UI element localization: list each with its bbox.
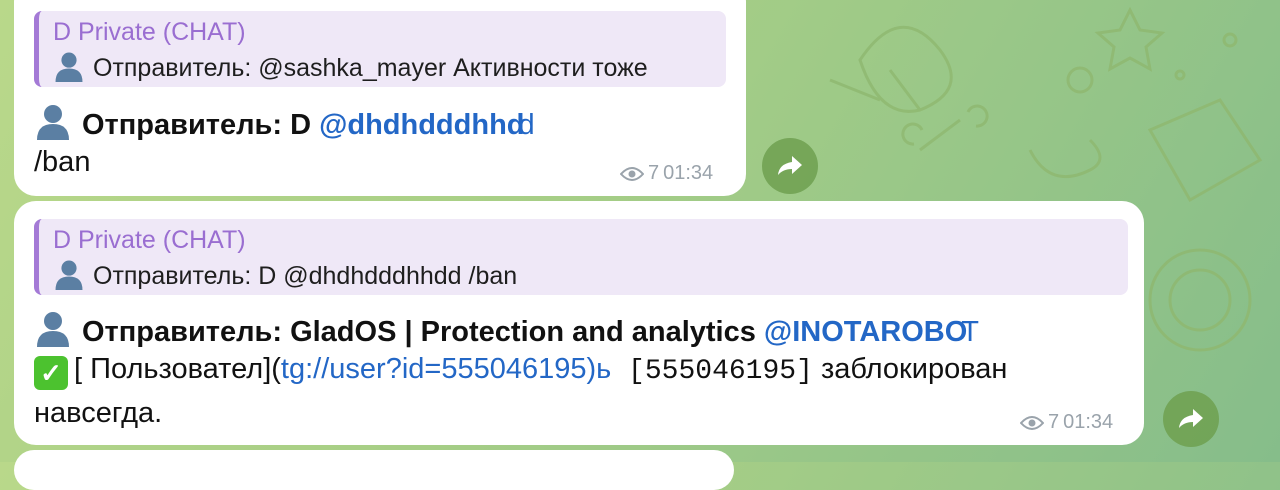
message-text-line-1: ✓[ Пользовател](tg://user?id=555046195)ь… (34, 353, 1007, 390)
forward-arrow-icon (778, 156, 802, 175)
bust-silhouette-icon (37, 312, 69, 347)
user-id-code: [555046195] (611, 356, 813, 387)
message-bubble-partial[interactable] (14, 450, 734, 490)
quote-title: D Private (CHAT) (53, 226, 246, 254)
bust-silhouette-icon (55, 52, 83, 82)
message-text-line-2: навсегда. (34, 397, 163, 429)
view-count: 7 (648, 162, 660, 184)
message-status-text: заблокирован (812, 353, 1008, 385)
message-bubble[interactable]: D Private (CHAT) Отправитель: @sashka_ma… (14, 0, 746, 196)
sender-handle-tail: d (518, 109, 535, 141)
message-time: 01:34 (1063, 411, 1114, 433)
bust-silhouette-icon (55, 260, 83, 290)
sender-handle-link[interactable]: @dhdhdddhhd (319, 109, 524, 141)
view-count: 7 (1048, 411, 1060, 433)
message-meta: 7 01:34 (1020, 411, 1113, 434)
check-mark-button-icon: ✓ (34, 356, 68, 390)
eye-icon (620, 166, 644, 181)
message-bracket-text: [ Пользовател]( (74, 353, 281, 385)
message-time: 01:34 (663, 162, 714, 184)
sender-line: Отправитель: D @dhdhdddhhdd (34, 102, 535, 142)
quote-text-line: Отправитель: @sashka_mayer Активности то… (53, 50, 648, 83)
forward-button[interactable] (1163, 391, 1219, 447)
quote-title: D Private (CHAT) (53, 18, 246, 46)
sender-line: Отправитель: GladOS | Protection and ana… (34, 309, 979, 349)
reply-quote[interactable]: D Private (CHAT) Отправитель: @sashka_ma… (34, 11, 726, 87)
forward-button[interactable] (762, 138, 818, 194)
sender-name: Отправитель: GladOS | Protection and ana… (82, 316, 756, 348)
eye-icon (1020, 415, 1044, 430)
user-link[interactable]: tg://user?id=555046195)ь (281, 353, 611, 385)
forward-arrow-icon (1179, 409, 1203, 428)
sender-handle-link[interactable]: @INOTAROBO (764, 316, 967, 348)
message-text: /ban (34, 146, 91, 178)
message-meta: 7 01:34 (620, 162, 713, 185)
sender-name: Отправитель: D (82, 109, 312, 141)
quote-text: Отправитель: D @dhdhdddhhdd /ban (93, 262, 518, 290)
quote-text-line: Отправитель: D @dhdhdddhhdd /ban (53, 258, 517, 291)
reply-quote[interactable]: D Private (CHAT) Отправитель: D @dhdhddd… (34, 219, 1128, 295)
bust-silhouette-icon (37, 105, 69, 140)
message-bubble[interactable]: D Private (CHAT) Отправитель: D @dhdhddd… (14, 201, 1144, 445)
sender-handle-tail: T (961, 316, 979, 348)
quote-text: Отправитель: @sashka_mayer Активности то… (93, 54, 648, 82)
